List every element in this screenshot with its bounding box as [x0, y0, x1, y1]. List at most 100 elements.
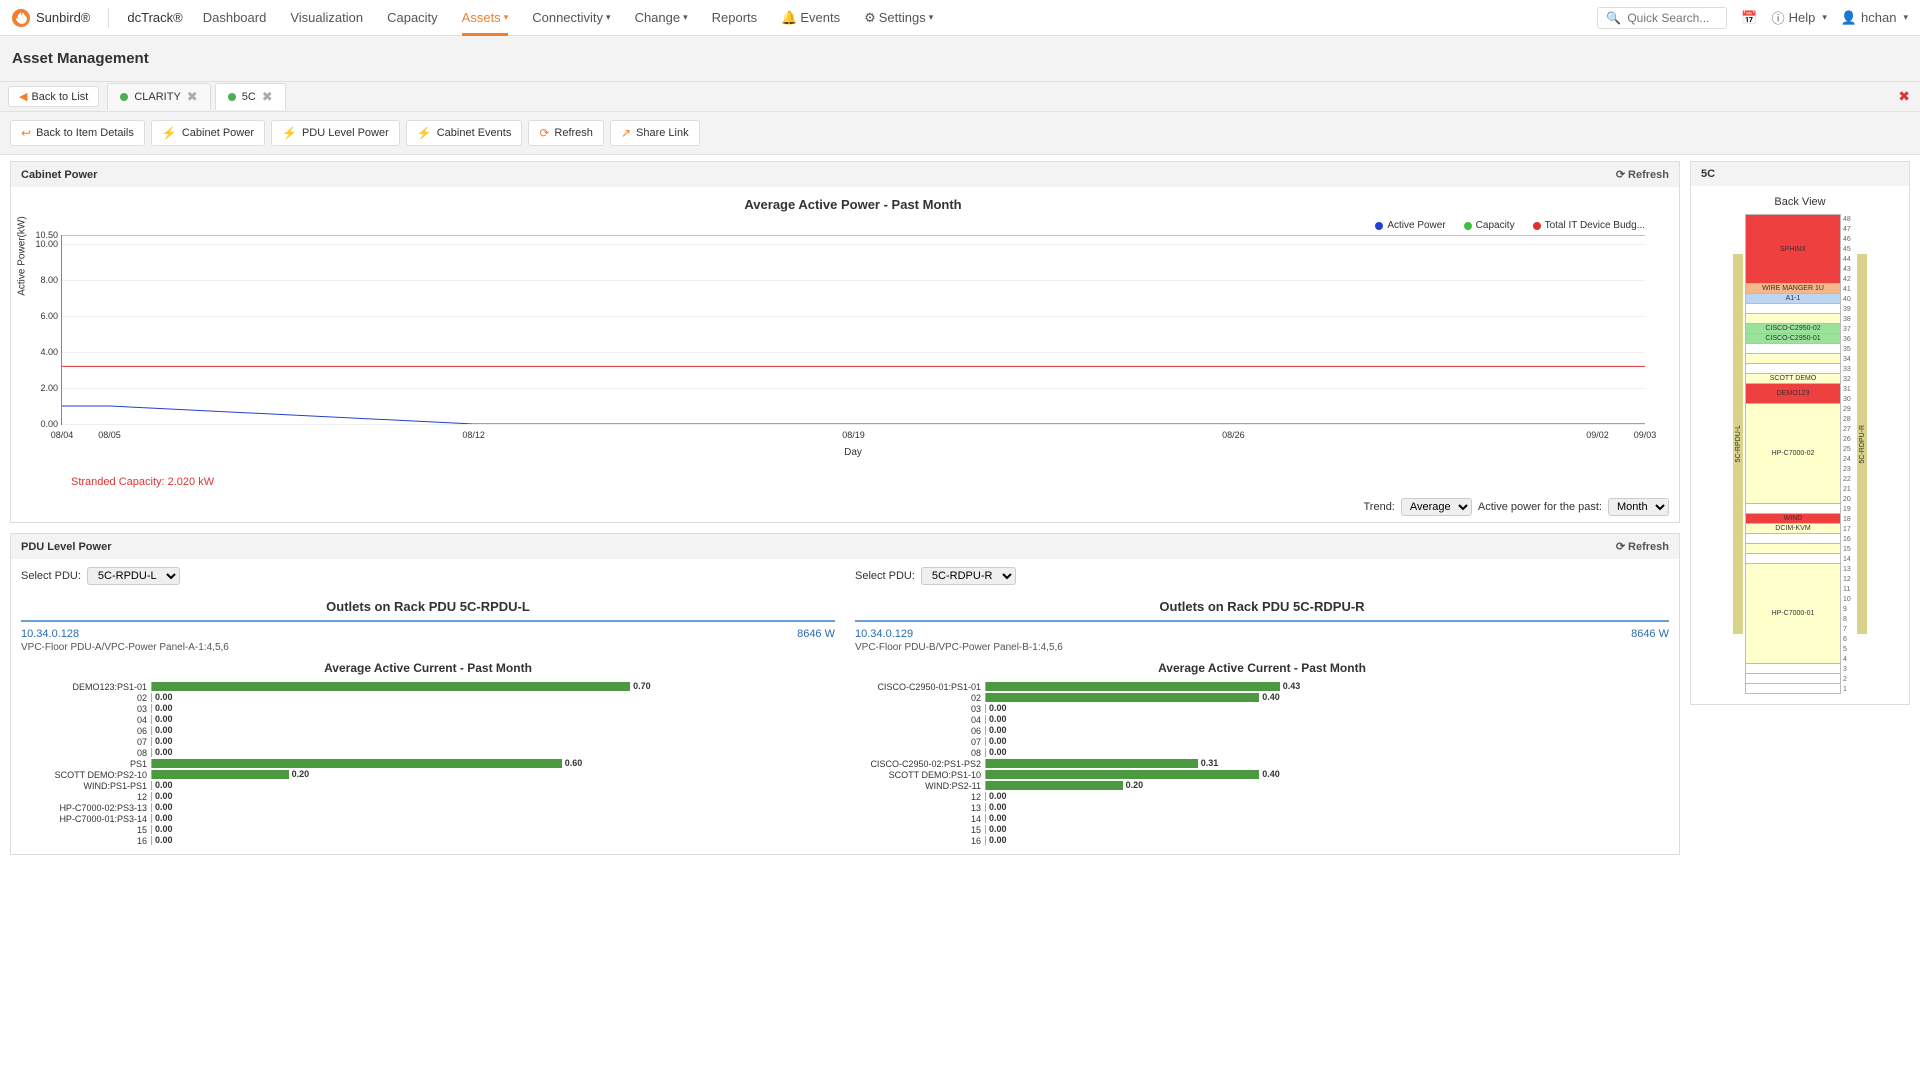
bar-track: 0.43: [985, 682, 1669, 691]
nav-item-dashboard[interactable]: Dashboard: [203, 0, 267, 35]
pdu-left-select[interactable]: 5C-RPDU-L: [87, 567, 180, 585]
back-to-item-details-button[interactable]: ↩Back to Item Details: [10, 120, 145, 146]
rack-right-pdu-label: 5C-RDPU-R: [1859, 425, 1866, 464]
rack-item[interactable]: DEMO123: [1745, 384, 1841, 404]
rack-item[interactable]: SCOTT DEMO: [1745, 374, 1841, 384]
nav-item-change[interactable]: Change▾: [635, 0, 688, 35]
help-icon: ⓘ: [1772, 8, 1785, 27]
close-all-tabs-button[interactable]: ✖: [1898, 88, 1910, 105]
nav-label: Events: [800, 10, 840, 25]
bar-track: 0.00: [151, 792, 835, 801]
x-tick: 08/05: [98, 430, 121, 440]
chevron-down-icon: ▾: [606, 12, 611, 23]
y-axis-label: Active Power(kW): [17, 216, 28, 295]
pdu-level-power-button[interactable]: ⚡PDU Level Power: [271, 120, 400, 146]
bar-row: 070.00: [855, 736, 1669, 747]
help-button[interactable]: ⓘ Help ▾: [1772, 8, 1827, 27]
y-tick: 4.00: [32, 347, 58, 357]
bar-label: DEMO123:PS1-01: [21, 682, 151, 692]
trend-select[interactable]: Average: [1401, 498, 1472, 516]
nav-item-events[interactable]: 🔔Events: [781, 0, 840, 35]
rack-u-number: 19: [1841, 504, 1855, 514]
x-tick: 08/12: [462, 430, 485, 440]
period-select[interactable]: Month: [1608, 498, 1669, 516]
line-chart: Active Power(kW) 0.002.004.006.008.0010.…: [61, 235, 1645, 425]
line-chart-legend: Active Power Capacity Total IT Device Bu…: [61, 220, 1645, 231]
pdu-right: Select PDU: 5C-RDPU-R Outlets on Rack PD…: [835, 567, 1669, 846]
rack-item[interactable]: HP-C7000-01: [1745, 564, 1841, 664]
cabinet-power-panel: Cabinet Power ⟳Refresh Average Active Po…: [10, 161, 1680, 523]
bar-value: 0.70: [633, 681, 651, 691]
rack-right-pdu[interactable]: 5C-RDPU-R: [1857, 254, 1867, 634]
bar-label: HP-C7000-02:PS3-13: [21, 803, 151, 813]
bar-track: 0.00: [985, 737, 1669, 746]
calendar-button[interactable]: 📅: [1741, 10, 1757, 26]
nav-item-capacity[interactable]: Capacity: [387, 0, 438, 35]
search-box[interactable]: 🔍: [1597, 7, 1727, 29]
cabinet-power-refresh[interactable]: ⟳Refresh: [1616, 168, 1669, 181]
bar-fill: [986, 781, 1123, 790]
bar-value: 0.60: [565, 758, 583, 768]
pdu-left: Select PDU: 5C-RPDU-L Outlets on Rack PD…: [21, 567, 835, 846]
bar-track: 0.00: [985, 704, 1669, 713]
nav-item-reports[interactable]: Reports: [712, 0, 758, 35]
rack-item: [1745, 674, 1841, 684]
nav-item-settings[interactable]: ⚙Settings▾: [864, 0, 933, 35]
pdu-right-select[interactable]: 5C-RDPU-R: [921, 567, 1016, 585]
cabinet-power-button[interactable]: ⚡Cabinet Power: [151, 120, 265, 146]
brand-separator: [108, 8, 109, 28]
tab-5c[interactable]: 5C✖: [215, 83, 286, 110]
bar-label: 12: [21, 792, 151, 802]
nav-item-visualization[interactable]: Visualization: [290, 0, 363, 35]
toolbar: ↩Back to Item Details ⚡Cabinet Power ⚡PD…: [0, 112, 1920, 155]
pdu-refresh[interactable]: ⟳Refresh: [1616, 540, 1669, 553]
rack-u-number: 24: [1841, 454, 1855, 464]
search-input[interactable]: [1627, 11, 1717, 25]
tab-clarity[interactable]: CLARITY✖: [107, 83, 210, 110]
rack-item[interactable]: CISCO-C2950-02: [1745, 324, 1841, 334]
bar-label: 07: [855, 737, 985, 747]
rack-item[interactable]: DCIM-KVM: [1745, 524, 1841, 534]
nav-label: Connectivity: [532, 10, 603, 25]
brand-name-2: dcTrack®: [127, 10, 182, 25]
rack-item[interactable]: WIND: [1745, 514, 1841, 524]
refresh-button[interactable]: ⟳Refresh: [528, 120, 604, 146]
back-to-list-button[interactable]: ◀ Back to List: [8, 86, 99, 107]
chevron-down-icon: ▾: [1822, 12, 1827, 23]
pdu-left-title: Outlets on Rack PDU 5C-RPDU-L: [21, 593, 835, 622]
rack-item[interactable]: WIRE MANGER 1U: [1745, 284, 1841, 294]
refresh-text: Refresh: [1628, 169, 1669, 181]
close-icon[interactable]: ✖: [187, 89, 198, 105]
nav-label: Dashboard: [203, 10, 267, 25]
rack-item[interactable]: A1-1: [1745, 294, 1841, 304]
bar-label: 13: [855, 803, 985, 813]
legend-budget: Total IT Device Budg...: [1533, 220, 1645, 231]
bar-row: PS10.60: [21, 758, 835, 769]
bar-row: 160.00: [21, 835, 835, 846]
rack-left-pdu[interactable]: 5C-RPDU-L: [1733, 254, 1743, 634]
user-menu[interactable]: 👤 hchan ▾: [1841, 10, 1908, 26]
pdu-left-bar-chart: DEMO123:PS1-010.70020.00030.00040.00060.…: [21, 681, 835, 846]
bar-track: 0.20: [985, 781, 1669, 790]
pdu-right-ip[interactable]: 10.34.0.129: [855, 628, 913, 640]
pdu-right-bar-chart: CISCO-C2950-01:PS1-010.43020.40030.00040…: [855, 681, 1669, 846]
pdu-left-ip[interactable]: 10.34.0.128: [21, 628, 79, 640]
nav-item-connectivity[interactable]: Connectivity▾: [532, 0, 610, 35]
y-tick: 10.00: [32, 239, 58, 249]
bar-value: 0.00: [155, 714, 173, 724]
close-icon[interactable]: ✖: [262, 89, 273, 105]
bar-fill: [986, 682, 1280, 691]
pdu-left-bar-title: Average Active Current - Past Month: [21, 661, 835, 675]
bar-row: HP-C7000-01:PS3-140.00: [21, 813, 835, 824]
rack-item[interactable]: HP-C7000-02: [1745, 404, 1841, 504]
bar-value: 0.00: [989, 703, 1007, 713]
rack-item: [1745, 544, 1841, 554]
share-label: Share Link: [636, 127, 689, 139]
rack-item[interactable]: SPHINX: [1745, 214, 1841, 284]
nav-item-assets[interactable]: Assets▾: [462, 0, 509, 35]
rack-item[interactable]: CISCO-C2950-01: [1745, 334, 1841, 344]
bar-value: 0.00: [155, 835, 173, 845]
share-link-button[interactable]: ↗Share Link: [610, 120, 700, 146]
cabinet-events-button[interactable]: ⚡Cabinet Events: [406, 120, 523, 146]
rack-u-number: 25: [1841, 444, 1855, 454]
